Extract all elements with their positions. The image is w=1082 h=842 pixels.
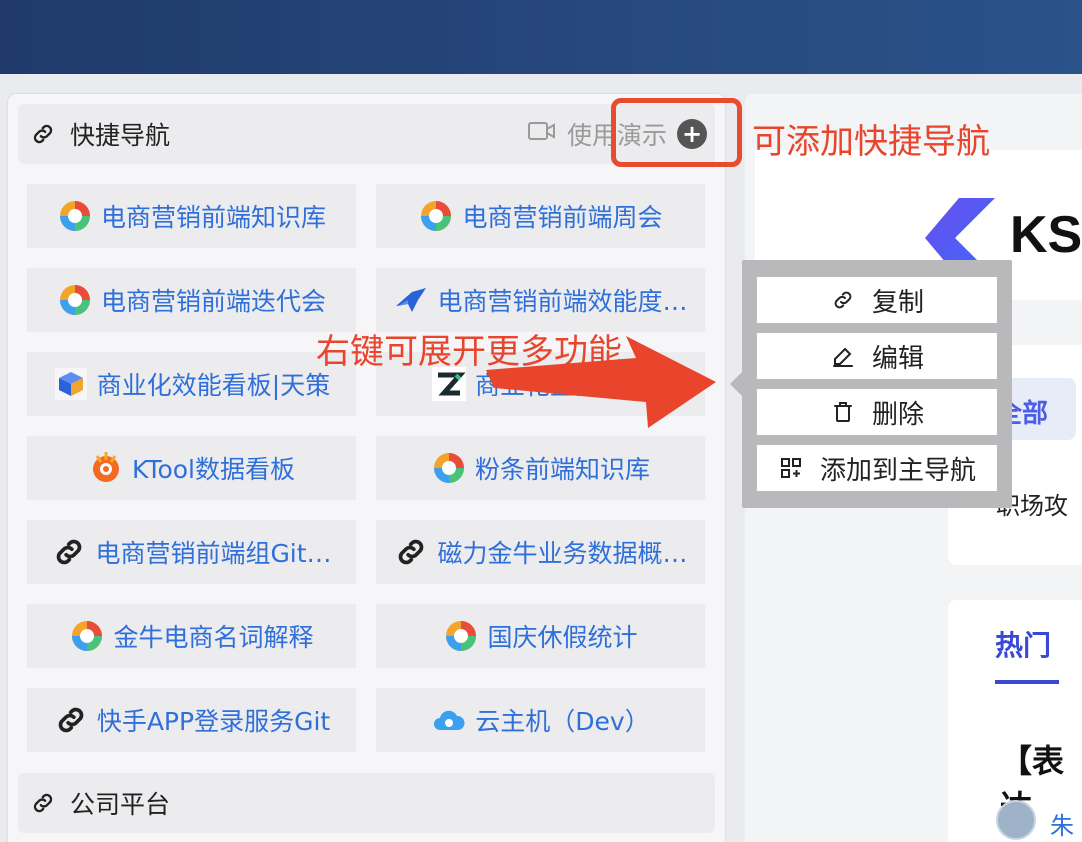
docs-logo-icon: [418, 198, 454, 234]
video-icon: [527, 119, 557, 149]
author-name[interactable]: 朱: [1050, 806, 1074, 841]
menu-item-add-main-nav[interactable]: 添加到主导航: [757, 445, 997, 491]
docs-logo-icon: [57, 198, 93, 234]
cube-chart-icon: [53, 366, 89, 402]
shortcut-label: 国庆休假统计: [487, 623, 638, 652]
grid-add-icon: [778, 455, 804, 481]
menu-item-label: 删除: [871, 399, 924, 430]
shortcut-item[interactable]: 金牛电商名词解释: [27, 604, 356, 668]
shortcut-label: KTool数据看板: [131, 455, 295, 484]
shortcut-label: 云主机（Dev）: [475, 707, 650, 736]
link-icon: [30, 790, 56, 816]
shortcut-label: 电商营销前端组Git…: [95, 539, 332, 568]
menu-item-label: 编辑: [871, 343, 924, 374]
tab-hot[interactable]: 热门: [995, 624, 1051, 664]
annotation-add-shortcut: 可添加快捷导航: [752, 122, 990, 162]
shortcut-item[interactable]: KTool数据看板: [27, 436, 356, 500]
shortcut-label: 金牛电商名词解释: [113, 623, 314, 652]
shortcut-item[interactable]: 电商营销前端知识库: [27, 184, 356, 248]
menu-item-edit[interactable]: 编辑: [757, 333, 997, 379]
link-icon: [393, 534, 429, 570]
link-icon: [53, 702, 89, 738]
shortcut-label: 商业化效能看板|天策: [96, 371, 331, 400]
menu-pointer: [730, 372, 742, 396]
shortcut-item[interactable]: 电商营销前端效能度…: [376, 268, 705, 332]
shortcut-label: 电商营销前端知识库: [100, 203, 326, 232]
shortcut-label: 粉条前端知识库: [474, 455, 650, 484]
bird-logo-icon: [393, 282, 429, 318]
docs-logo-icon: [443, 618, 479, 654]
shortcut-item[interactable]: 粉条前端知识库: [376, 436, 705, 500]
link-icon: [30, 121, 56, 147]
shortcut-label: 电商营销前端迭代会: [100, 287, 326, 316]
docs-logo-icon: [69, 618, 105, 654]
link-icon: [51, 534, 87, 570]
shortcut-item[interactable]: 电商营销前端周会: [376, 184, 705, 248]
avatar: [996, 800, 1036, 840]
shortcut-label: 电商营销前端周会: [462, 203, 663, 232]
shortcut-item[interactable]: 磁力金牛业务数据概…: [376, 520, 705, 584]
shortcut-item[interactable]: 快手APP登录服务Git: [27, 688, 356, 752]
menu-item-copy[interactable]: 复制: [757, 277, 997, 323]
trash-icon: [830, 399, 856, 425]
menu-item-label: 复制: [871, 287, 924, 318]
shortcut-item[interactable]: 电商营销前端组Git…: [27, 520, 356, 584]
menu-item-delete[interactable]: 删除: [757, 389, 997, 435]
brand-text: KS: [1010, 206, 1082, 264]
tab-hot-underline: [995, 680, 1059, 684]
company-header: 公司平台: [18, 773, 715, 833]
company-title: 公司平台: [70, 790, 171, 819]
shortcut-item[interactable]: 商业化效能看板|天策: [27, 352, 356, 416]
shortcut-label: 磁力金牛业务数据概…: [437, 539, 688, 568]
shortcut-label: 电商营销前端效能度…: [437, 287, 688, 316]
shortcut-item[interactable]: 国庆休假统计: [376, 604, 705, 668]
link-icon: [830, 287, 856, 313]
grafana-icon: [88, 450, 124, 486]
pencil-icon: [830, 343, 856, 369]
docs-logo-icon: [431, 450, 467, 486]
menu-item-label: 添加到主导航: [819, 455, 976, 486]
cloud-icon: [431, 702, 467, 738]
docs-logo-icon: [57, 282, 93, 318]
shortcut-label: 快手APP登录服务Git: [96, 707, 331, 736]
shortcut-item[interactable]: 电商营销前端迭代会: [27, 268, 356, 332]
shortcut-item[interactable]: 云主机（Dev）: [376, 688, 705, 752]
shortcuts-title: 快捷导航: [70, 121, 171, 150]
arrow-icon: [486, 336, 716, 428]
highlight-box: [611, 98, 742, 167]
top-bar: [0, 0, 1082, 74]
